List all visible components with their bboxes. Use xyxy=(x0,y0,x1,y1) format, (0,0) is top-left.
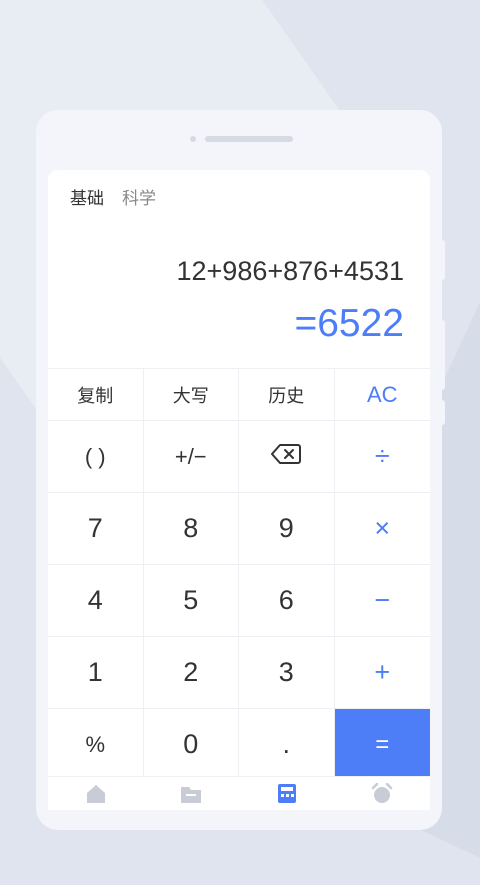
digit-6-button[interactable]: 6 xyxy=(239,565,335,637)
backspace-icon xyxy=(271,441,302,472)
digit-5-button[interactable]: 5 xyxy=(143,565,239,637)
tab-scientific[interactable]: 科学 xyxy=(122,184,156,209)
tab-basic[interactable]: 基础 xyxy=(70,184,104,209)
folder-icon xyxy=(180,783,202,808)
nav-home[interactable] xyxy=(85,783,107,805)
phone-side-button xyxy=(440,240,445,280)
digit-1-button[interactable]: 1 xyxy=(48,637,144,709)
phone-side-button xyxy=(440,320,445,390)
expression-display: 12+986+876+4531 xyxy=(176,256,405,286)
nav-alarm[interactable] xyxy=(371,782,393,808)
calculator-icon xyxy=(277,783,297,808)
minus-button[interactable]: − xyxy=(334,565,430,637)
bottom-nav xyxy=(48,776,430,810)
digit-2-button[interactable]: 2 xyxy=(143,637,239,709)
digit-0-button[interactable]: 0 xyxy=(143,709,239,781)
digit-4-button[interactable]: 4 xyxy=(48,565,144,637)
parentheses-button[interactable]: ( ) xyxy=(48,421,144,493)
plus-button[interactable]: + xyxy=(334,637,430,709)
divide-button[interactable]: ÷ xyxy=(334,421,430,493)
percent-button[interactable]: % xyxy=(48,709,144,781)
digit-9-button[interactable]: 9 xyxy=(239,493,335,565)
equals-button[interactable]: = xyxy=(334,709,430,781)
nav-files[interactable] xyxy=(180,783,202,805)
multiply-button[interactable]: × xyxy=(334,493,430,565)
alarm-clock-icon xyxy=(371,782,393,808)
result-display: =6522 xyxy=(294,302,404,345)
mode-tabs: 基础 科学 xyxy=(70,184,156,209)
phone-speaker xyxy=(205,136,293,142)
history-button[interactable]: 历史 xyxy=(239,369,335,421)
copy-button[interactable]: 复制 xyxy=(48,369,144,421)
digit-3-button[interactable]: 3 xyxy=(239,637,335,709)
decimal-button[interactable]: . xyxy=(239,709,335,781)
phone-side-button xyxy=(440,400,445,425)
digit-8-button[interactable]: 8 xyxy=(143,493,239,565)
keypad: 复制 大写 历史 AC ( ) +/− ÷ 7 8 9 × 4 5 6 − 1 … xyxy=(48,368,430,781)
plus-minus-button[interactable]: +/− xyxy=(143,421,239,493)
nav-calculator[interactable] xyxy=(276,783,298,805)
uppercase-button[interactable]: 大写 xyxy=(143,369,239,421)
digit-7-button[interactable]: 7 xyxy=(48,493,144,565)
camera-dot xyxy=(190,136,196,142)
calculator-screen: 基础 科学 12+986+876+4531 =6522 复制 大写 历史 AC … xyxy=(48,170,430,810)
home-icon xyxy=(85,783,107,808)
backspace-button[interactable] xyxy=(239,421,335,493)
clear-button[interactable]: AC xyxy=(334,369,430,421)
